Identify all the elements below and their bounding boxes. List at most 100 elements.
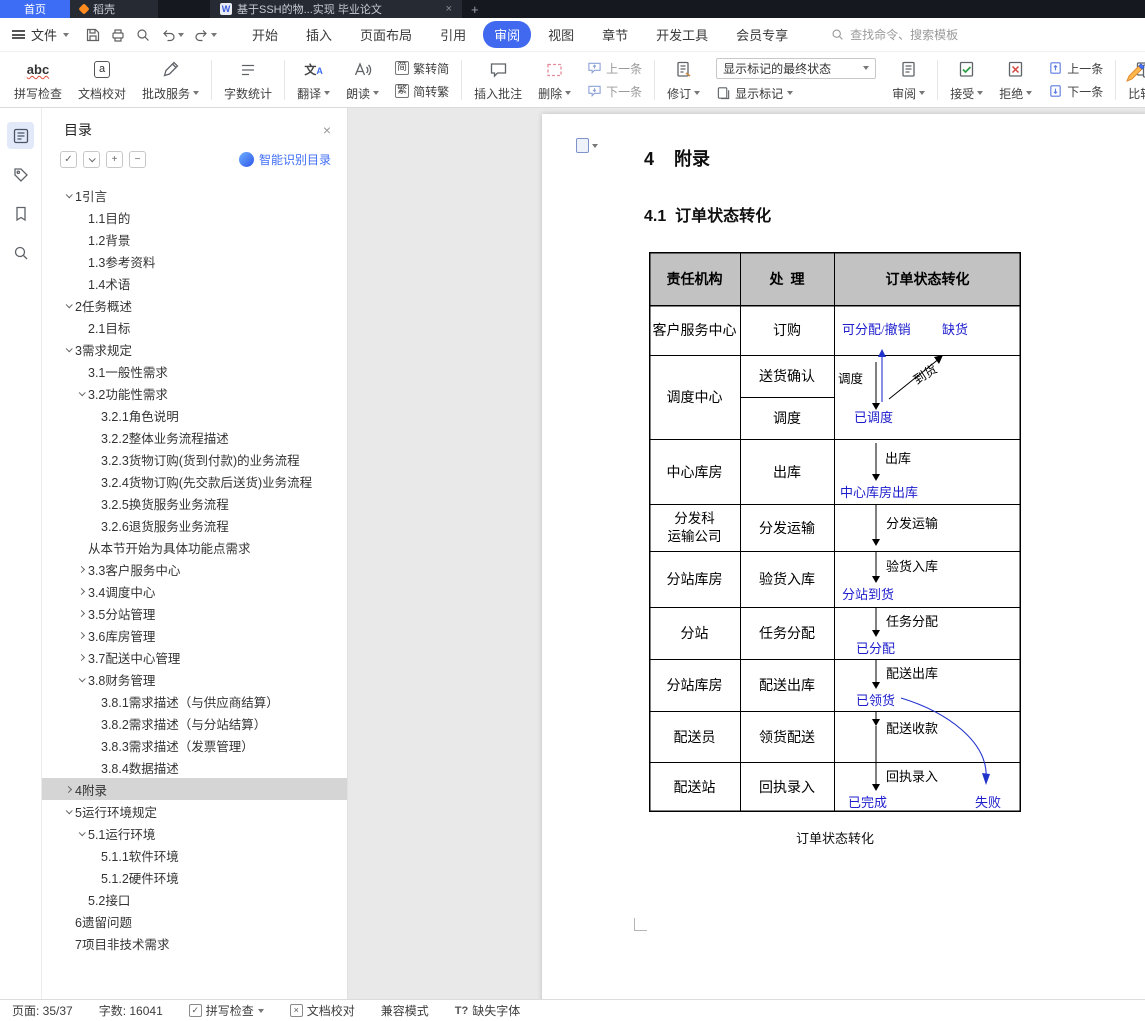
toc-item[interactable]: 5.1.1软件环境: [42, 844, 347, 866]
toc-item[interactable]: 1引言: [42, 184, 347, 206]
command-search[interactable]: 查找命令、搜索模板: [831, 26, 958, 43]
word-count-button[interactable]: 字数统计: [216, 58, 280, 102]
outline-panel-button[interactable]: [7, 122, 34, 149]
trad-to-simp-button[interactable]: 简繁转简: [395, 60, 449, 77]
toc-item[interactable]: 3.2.4货物订购(先交款后送货)业务流程: [42, 470, 347, 492]
toc-item[interactable]: 3.6库房管理: [42, 624, 347, 646]
toc-item[interactable]: 3.2.5换货服务业务流程: [42, 492, 347, 514]
chevron-down-icon[interactable]: [62, 347, 75, 352]
chevron-right-icon[interactable]: [75, 611, 88, 616]
chevron-down-icon[interactable]: [62, 809, 75, 814]
document-page[interactable]: 4 附录 4.1 订单状态转化: [542, 114, 1145, 999]
menu-view[interactable]: 视图: [537, 21, 585, 48]
doc-proof-button[interactable]: a 文档校对: [70, 58, 134, 102]
save-button[interactable]: [85, 27, 101, 43]
tab-docer[interactable]: 稻壳: [70, 0, 158, 18]
toc-item[interactable]: 3需求规定: [42, 338, 347, 360]
close-tab-icon[interactable]: ×: [446, 3, 452, 15]
reject-button[interactable]: 拒绝: [991, 58, 1040, 102]
toc-item[interactable]: 5.2接口: [42, 888, 347, 910]
prev-change-button[interactable]: 上一条: [1048, 60, 1103, 77]
toc-item[interactable]: 3.7配送中心管理: [42, 646, 347, 668]
close-panel-icon[interactable]: ×: [323, 122, 331, 138]
toc-item[interactable]: 3.8财务管理: [42, 668, 347, 690]
spell-check-button[interactable]: abc 拼写检查: [6, 58, 70, 102]
menu-references[interactable]: 引用: [429, 21, 477, 48]
menu-dev-tools[interactable]: 开发工具: [645, 21, 719, 48]
bookmark-panel-button[interactable]: [7, 200, 34, 227]
toc-check-button[interactable]: ✓: [60, 151, 77, 168]
toc-item[interactable]: 3.2.1角色说明: [42, 404, 347, 426]
menu-page-layout[interactable]: 页面布局: [349, 21, 423, 48]
toc-item[interactable]: 3.5分站管理: [42, 602, 347, 624]
chevron-down-icon[interactable]: [75, 677, 88, 682]
toc-item[interactable]: 3.4调度中心: [42, 580, 347, 602]
toc-item[interactable]: 3.2.3货物订购(货到付款)的业务流程: [42, 448, 347, 470]
chevron-down-icon[interactable]: [75, 831, 88, 836]
menu-review[interactable]: 审阅: [483, 21, 531, 48]
toc-item[interactable]: 3.1一般性需求: [42, 360, 347, 382]
show-markup-button[interactable]: 显示标记: [716, 85, 876, 102]
revision-mark[interactable]: [576, 138, 598, 153]
compat-mode-status[interactable]: 兼容模式: [381, 1002, 429, 1019]
brush-tool-button[interactable]: [1122, 60, 1145, 89]
toc-item[interactable]: 3.3客户服务中心: [42, 558, 347, 580]
print-button[interactable]: [110, 27, 126, 43]
menu-section[interactable]: 章节: [591, 21, 639, 48]
menu-start[interactable]: 开始: [241, 21, 289, 48]
page-indicator[interactable]: 页面: 35/37: [12, 1002, 73, 1019]
word-count-indicator[interactable]: 字数: 16041: [99, 1002, 163, 1019]
toc-item[interactable]: 5.1.2硬件环境: [42, 866, 347, 888]
accept-button[interactable]: 接受: [942, 58, 991, 102]
chevron-right-icon[interactable]: [75, 589, 88, 594]
tag-panel-button[interactable]: [7, 161, 34, 188]
undo-button[interactable]: [160, 27, 184, 43]
chevron-down-icon[interactable]: [75, 391, 88, 396]
next-comment-button[interactable]: 下一条: [587, 83, 642, 100]
menu-member[interactable]: 会员专享: [725, 21, 799, 48]
toc-fold-button[interactable]: −: [129, 151, 146, 168]
toc-item[interactable]: 7项目非技术需求: [42, 932, 347, 954]
find-panel-button[interactable]: [7, 239, 34, 266]
markup-state-select[interactable]: 显示标记的最终状态: [716, 58, 876, 79]
toc-item[interactable]: 5运行环境规定: [42, 800, 347, 822]
toc-item[interactable]: 从本节开始为具体功能点需求: [42, 536, 347, 558]
toc-item[interactable]: 6遗留问题: [42, 910, 347, 932]
track-changes-button[interactable]: 修订: [659, 58, 708, 102]
redo-button[interactable]: [193, 27, 217, 43]
tab-document[interactable]: W 基于SSH的物...实现 毕业论文 ×: [210, 0, 462, 18]
missing-font-status[interactable]: T? 缺失字体: [455, 1002, 520, 1019]
toc-item[interactable]: 5.1运行环境: [42, 822, 347, 844]
delete-comment-button[interactable]: 删除: [530, 58, 579, 102]
chevron-right-icon[interactable]: [75, 567, 88, 572]
spell-check-status[interactable]: ✓ 拼写检查: [189, 1002, 264, 1019]
new-tab-button[interactable]: +: [462, 0, 488, 18]
toc-item[interactable]: 3.8.3需求描述（发票管理）: [42, 734, 347, 756]
chevron-right-icon[interactable]: [75, 655, 88, 660]
review-pane-button[interactable]: 审阅: [884, 58, 933, 102]
chevron-right-icon[interactable]: [75, 633, 88, 638]
toc-item[interactable]: 1.1目的: [42, 206, 347, 228]
translate-button[interactable]: 文A 翻译: [289, 58, 338, 102]
smart-toc-button[interactable]: 智能识别目录: [239, 151, 331, 168]
print-preview-button[interactable]: [135, 27, 151, 43]
toc-item[interactable]: 2.1目标: [42, 316, 347, 338]
toc-item[interactable]: 1.2背景: [42, 228, 347, 250]
toc-item[interactable]: 3.8.1需求描述（与供应商结算）: [42, 690, 347, 712]
next-change-button[interactable]: 下一条: [1048, 83, 1103, 100]
prev-comment-button[interactable]: 上一条: [587, 60, 642, 77]
chevron-down-icon[interactable]: [62, 303, 75, 308]
simp-to-trad-button[interactable]: 繁简转繁: [395, 83, 449, 100]
toc-item[interactable]: 1.3参考资料: [42, 250, 347, 272]
tab-home[interactable]: 首页: [0, 0, 70, 18]
toc-item[interactable]: 3.8.2需求描述（与分站结算）: [42, 712, 347, 734]
correction-service-button[interactable]: 批改服务: [134, 58, 207, 102]
insert-comment-button[interactable]: 插入批注: [466, 58, 530, 102]
toc-item-selected[interactable]: 4附录: [42, 778, 347, 800]
toc-collapse-all-button[interactable]: [83, 151, 100, 168]
toc-item[interactable]: 2任务概述: [42, 294, 347, 316]
menu-insert[interactable]: 插入: [295, 21, 343, 48]
toc-item[interactable]: 3.2.6退货服务业务流程: [42, 514, 347, 536]
doc-proof-status[interactable]: × 文档校对: [290, 1002, 355, 1019]
document-canvas[interactable]: 4 附录 4.1 订单状态转化: [348, 108, 1145, 999]
